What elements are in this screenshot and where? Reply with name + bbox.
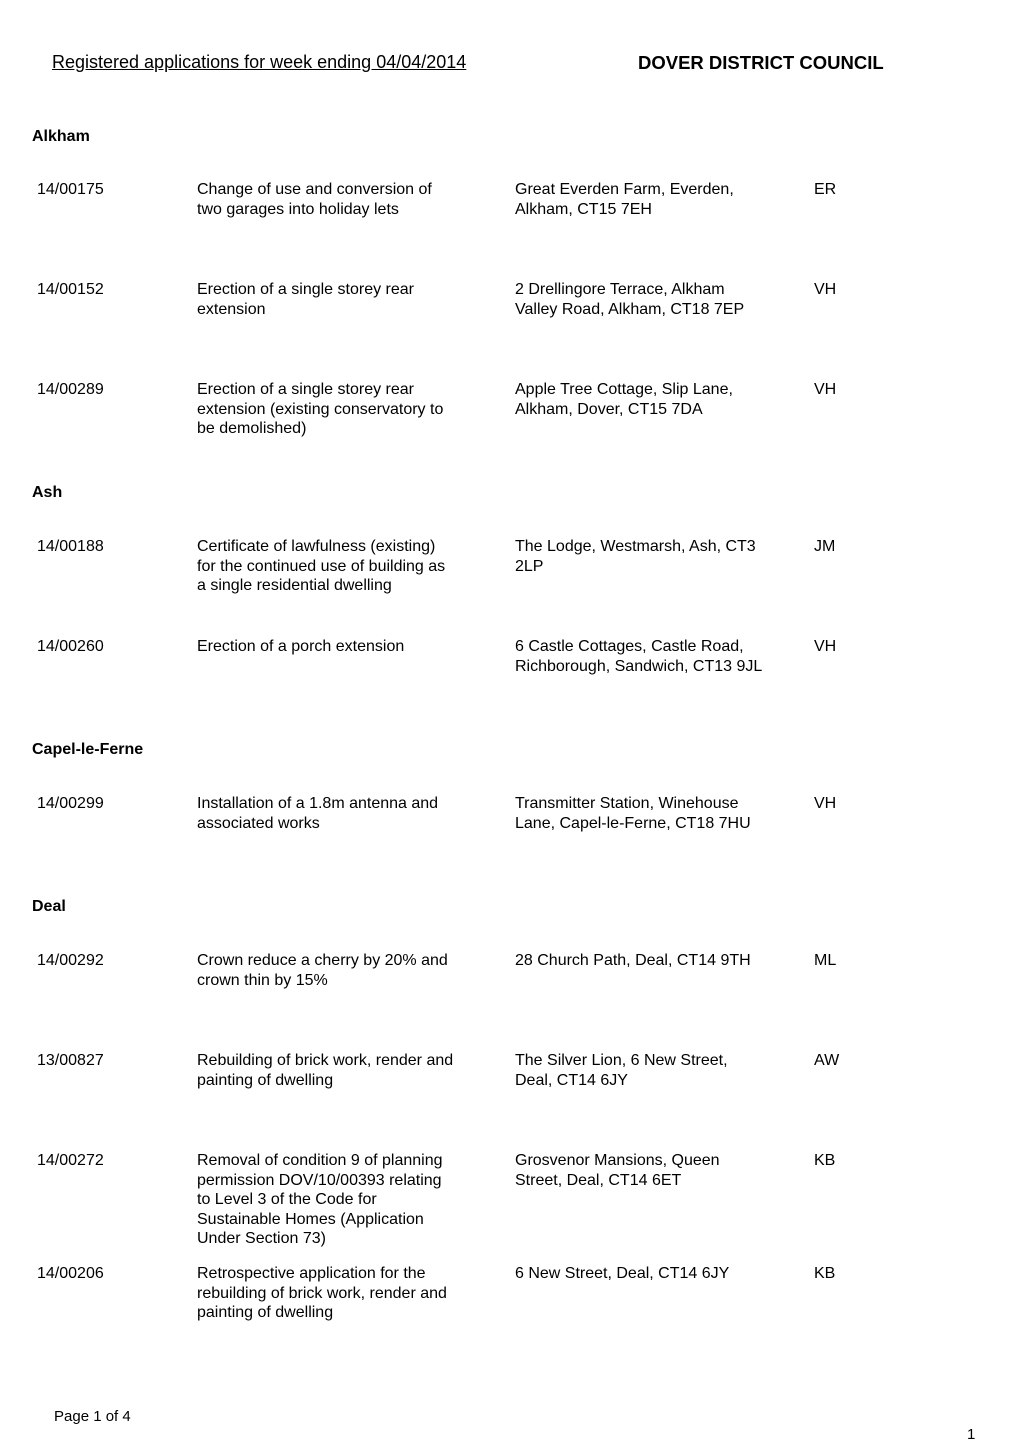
application-address: Grosvenor Mansions, Queen Street, Deal, …	[515, 1152, 720, 1189]
application-ref: 14/00289	[37, 381, 104, 398]
application-officer: VH	[814, 381, 837, 398]
application-ref: 14/00299	[37, 795, 104, 812]
application-officer: VH	[814, 281, 837, 298]
application-ref: 14/00292	[37, 952, 104, 969]
application-description: Certificate of lawfulness (existing) for…	[197, 538, 446, 594]
application-description: Installation of a 1.8m antenna and assoc…	[197, 795, 439, 832]
application-officer: ML	[814, 952, 837, 969]
application-ref: 14/00175	[37, 181, 104, 198]
application-officer: KB	[814, 1265, 836, 1282]
application-ref: 14/00272	[37, 1152, 104, 1169]
page-label: Page 1 of 4	[54, 1408, 131, 1425]
application-ref: 13/00827	[37, 1052, 104, 1069]
application-address: Great Everden Farm, Everden, Alkham, CT1…	[515, 181, 734, 218]
application-ref: 14/00152	[37, 281, 104, 298]
section-heading-alkham: Alkham	[32, 128, 90, 145]
section-heading-deal: Deal	[32, 898, 66, 915]
application-address: 6 New Street, Deal, CT14 6JY	[515, 1265, 730, 1282]
section-heading-capel-le-ferne: Capel-le-Ferne	[32, 741, 144, 758]
application-address: The Lodge, Westmarsh, Ash, CT3 2LP	[515, 538, 756, 575]
application-description: Erection of a single storey rear extensi…	[197, 381, 444, 437]
council-name: DOVER DISTRICT COUNCIL	[638, 52, 884, 73]
application-address: Transmitter Station, Winehouse Lane, Cap…	[515, 795, 751, 832]
application-address: 6 Castle Cottages, Castle Road, Richboro…	[515, 638, 763, 675]
application-officer: AW	[814, 1052, 840, 1069]
application-description: Retrospective application for the rebuil…	[197, 1265, 447, 1321]
application-officer: VH	[814, 795, 837, 812]
application-description: Erection of a single storey rear extensi…	[197, 281, 414, 318]
application-address: 28 Church Path, Deal, CT14 9TH	[515, 952, 751, 969]
section-heading-ash: Ash	[32, 484, 63, 501]
application-officer: ER	[814, 181, 837, 198]
page-number: 1	[967, 1426, 976, 1443]
application-ref: 14/00188	[37, 538, 104, 555]
application-description: Erection of a porch extension	[197, 638, 405, 655]
application-ref: 14/00260	[37, 638, 104, 655]
application-address: 2 Drellingore Terrace, Alkham Valley Roa…	[515, 281, 745, 318]
application-description: Crown reduce a cherry by 20% and crown t…	[197, 952, 448, 989]
application-officer: KB	[814, 1152, 836, 1169]
application-address: Apple Tree Cottage, Slip Lane, Alkham, D…	[515, 381, 733, 418]
application-description: Change of use and conversion of two gara…	[197, 181, 432, 218]
application-address: The Silver Lion, 6 New Street, Deal, CT1…	[515, 1052, 728, 1089]
application-officer: VH	[814, 638, 837, 655]
application-ref: 14/00206	[37, 1265, 104, 1282]
application-description: Removal of condition 9 of planning permi…	[197, 1152, 443, 1247]
application-officer: JM	[814, 538, 836, 555]
document-title: Registered applications for week ending …	[52, 52, 467, 72]
application-description: Rebuilding of brick work, render and pai…	[197, 1052, 454, 1089]
